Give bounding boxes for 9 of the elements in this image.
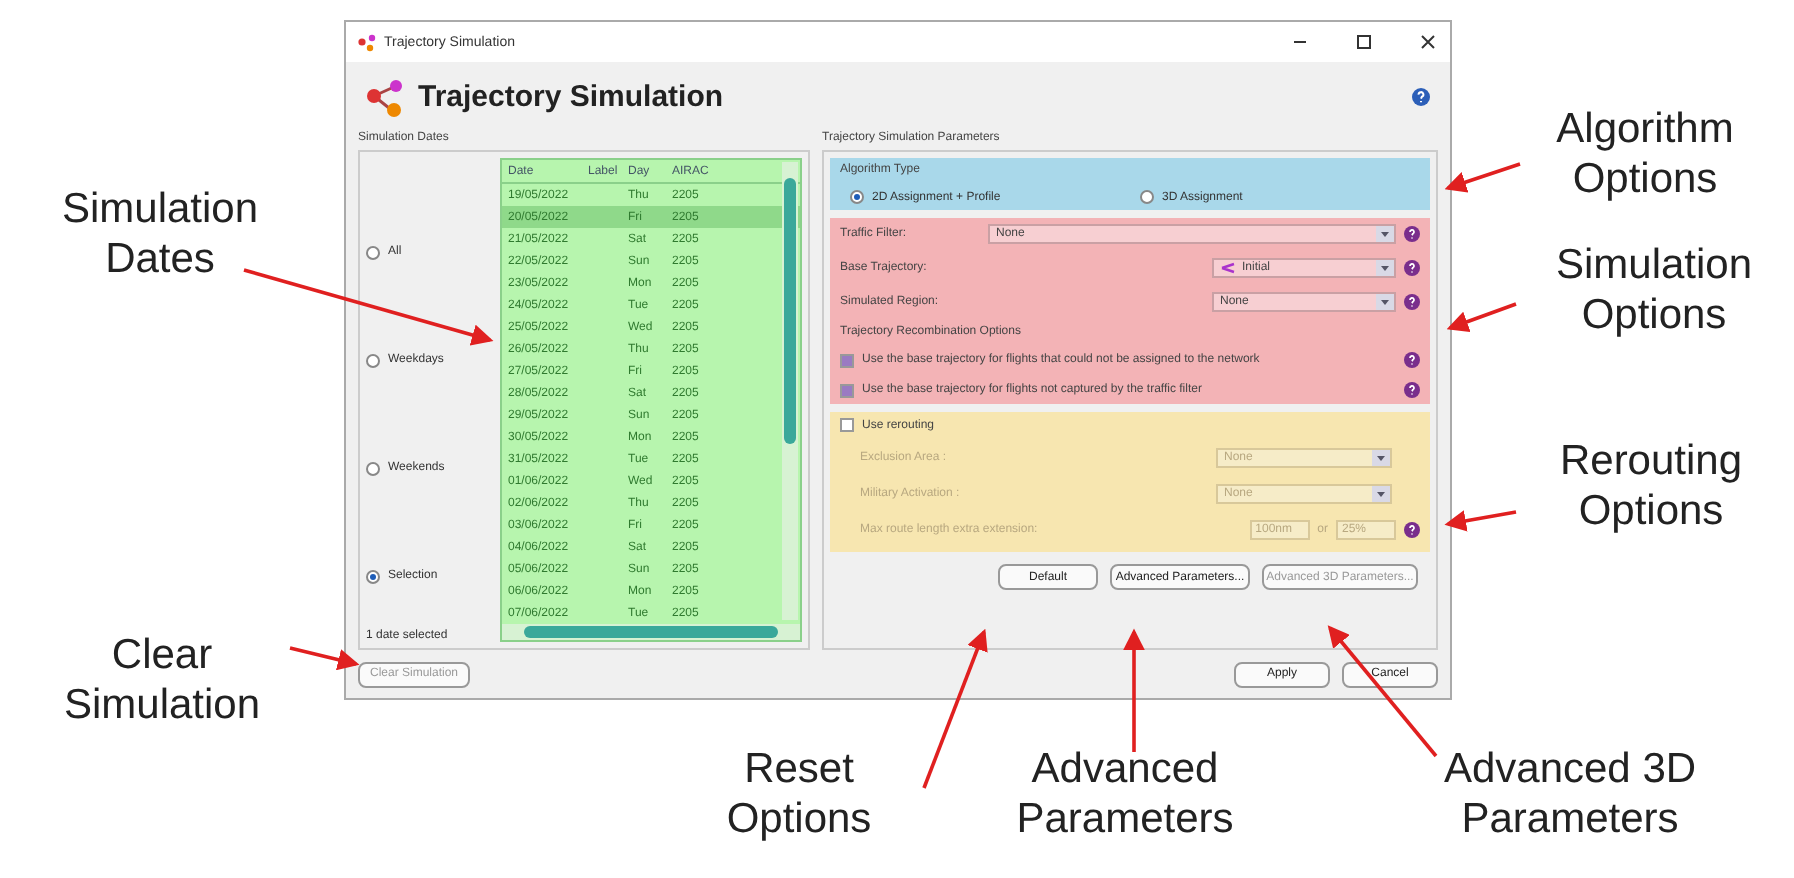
callout-label: Advanced Parameters: [1014, 744, 1236, 845]
dialog-heading: Trajectory Simulation: [418, 80, 726, 115]
callout-label: Rerouting Options: [1557, 436, 1745, 537]
callout-label: Clear Simulation: [61, 630, 263, 731]
callout-label: Simulation Options: [1553, 240, 1755, 341]
callout-label: Advanced 3D Parameters: [1441, 744, 1699, 845]
callout-label: Reset Options: [724, 744, 874, 845]
callout-label: Simulation Dates: [60, 184, 260, 285]
callout-label: Algorithm Options: [1554, 104, 1736, 205]
